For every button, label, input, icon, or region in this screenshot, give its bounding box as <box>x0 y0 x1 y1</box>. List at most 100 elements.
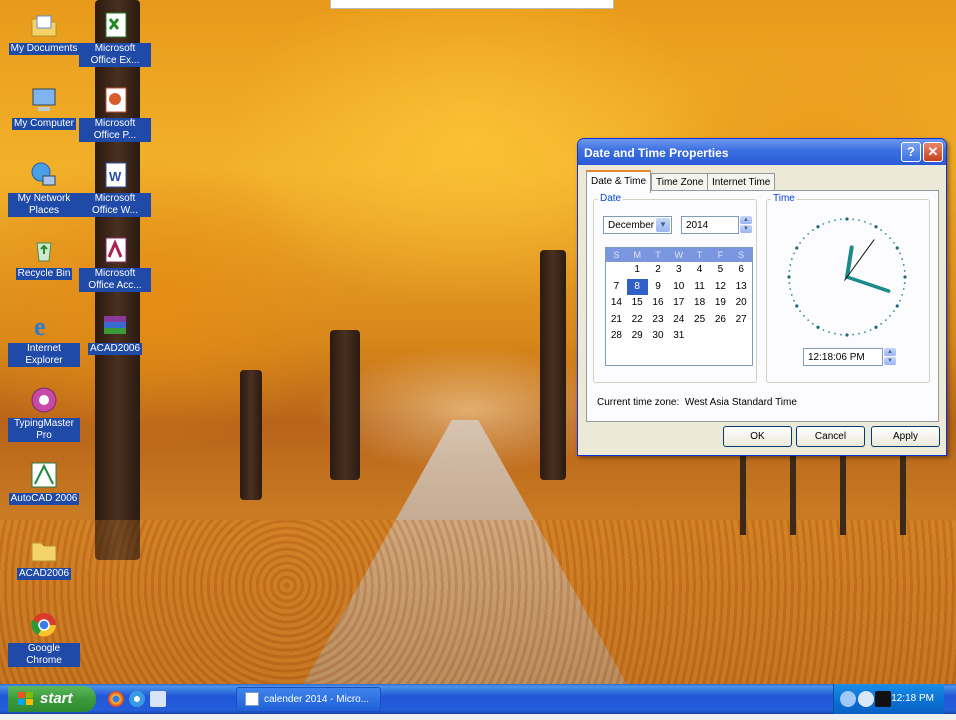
calendar-week-row: 14 15 16 17 18 19 20 <box>606 295 752 312</box>
wallpaper-tree <box>540 250 566 480</box>
chrome-icon[interactable] <box>108 691 124 707</box>
clock-tick <box>884 232 887 235</box>
calendar-day[interactable]: 8 <box>626 278 648 295</box>
calendar-day[interactable]: 24 <box>668 312 689 329</box>
calendar-day[interactable]: 23 <box>648 312 669 329</box>
calendar-day[interactable]: 10 <box>668 279 689 296</box>
internet-explorer-icon[interactable] <box>129 691 145 707</box>
desktop-icon-label: My Documents <box>8 43 80 55</box>
desktop-icon-label: Microsoft Office W... <box>79 193 151 217</box>
clock-tick <box>902 288 905 290</box>
calendar-day[interactable]: 19 <box>710 295 731 312</box>
taskbar-item-document[interactable]: calender 2014 - Micro... <box>236 687 381 712</box>
calendar-day[interactable]: 12 <box>710 279 731 296</box>
calendar-day[interactable]: 26 <box>710 312 731 329</box>
winrar-icon <box>100 310 130 340</box>
desktop-icon-powerpoint[interactable]: Microsoft Office P... <box>79 85 151 142</box>
tab-time-zone[interactable]: Time Zone <box>651 173 709 191</box>
calendar-day[interactable]: 31 <box>668 328 689 345</box>
calendar-day[interactable]: 18 <box>689 295 710 312</box>
date-group: Date December ▼ 2014 ▲ ▼ SMTWTFS 1234567… <box>593 193 757 383</box>
clock-tick <box>787 275 791 279</box>
clock-tick <box>893 242 895 244</box>
clock-tick <box>874 325 878 329</box>
clock-tick <box>816 225 820 229</box>
calendar-day[interactable]: 22 <box>627 312 648 329</box>
calendar-day[interactable]: 15 <box>627 295 648 312</box>
apply-button[interactable]: Apply <box>871 426 940 447</box>
calendar-day[interactable]: 21 <box>606 312 627 329</box>
calendar-day[interactable]: 25 <box>689 312 710 329</box>
desktop-icon-word[interactable]: W Microsoft Office W... <box>79 160 151 217</box>
tray-icon[interactable] <box>840 691 856 707</box>
chevron-down-icon[interactable]: ▼ <box>656 218 670 232</box>
desktop-icon-chrome[interactable]: Google Chrome <box>8 610 80 667</box>
calendar-day[interactable]: 17 <box>668 295 689 312</box>
calendar-day[interactable]: 20 <box>731 295 752 312</box>
calendar-day[interactable]: 6 <box>731 262 752 279</box>
network-icon <box>29 160 59 190</box>
desktop-icon-typingmaster[interactable]: TypingMaster Pro <box>8 385 80 442</box>
ok-button[interactable]: OK <box>723 426 792 447</box>
close-button[interactable]: ✕ <box>923 142 943 162</box>
desktop-icon-excel[interactable]: Microsoft Office Ex... <box>79 10 151 67</box>
year-field[interactable]: 2014 <box>681 216 739 234</box>
spin-down-icon[interactable]: ▼ <box>740 225 752 233</box>
calendar-day[interactable]: 7 <box>606 279 627 296</box>
calendar-day[interactable]: 3 <box>668 262 689 279</box>
time-field[interactable]: 12:18:06 PM <box>803 348 883 366</box>
year-spinner[interactable]: ▲ ▼ <box>740 216 752 234</box>
calendar-day[interactable]: 30 <box>648 328 669 345</box>
clock-tick <box>834 219 836 222</box>
desktop-icon-access[interactable]: Microsoft Office Acc... <box>79 235 151 292</box>
tab-internet-time[interactable]: Internet Time <box>707 173 776 191</box>
dialog-titlebar[interactable]: Date and Time Properties ? ✕ <box>578 139 946 165</box>
spin-down-icon[interactable]: ▼ <box>884 357 896 365</box>
calendar-day[interactable]: 16 <box>648 295 669 312</box>
tab-date-time[interactable]: Date & Time <box>586 170 652 193</box>
calendar-day[interactable]: 5 <box>710 262 731 279</box>
clock-tick <box>852 218 854 221</box>
tray-icon[interactable] <box>858 691 874 707</box>
help-button[interactable]: ? <box>901 142 921 162</box>
analog-clock <box>787 217 907 337</box>
time-group: Time 12:18:06 PM ▲ ▼ <box>766 193 930 383</box>
calendar-day[interactable]: 9 <box>648 279 669 296</box>
start-button[interactable]: start <box>8 686 96 712</box>
spin-up-icon[interactable]: ▲ <box>884 348 896 356</box>
desktop-icon-autocad[interactable]: AutoCAD 2006 <box>8 460 80 505</box>
typingmaster-icon <box>29 385 59 415</box>
desktop-icon-acad-folder[interactable]: ACAD2006 <box>8 535 80 580</box>
desktop-icon-my-documents[interactable]: My Documents <box>8 10 80 55</box>
calendar-day[interactable]: 4 <box>689 262 710 279</box>
desktop-icon-internet-explorer[interactable]: e Internet Explorer <box>8 310 80 367</box>
calendar-day[interactable]: 27 <box>731 312 752 329</box>
tray-icon[interactable] <box>875 691 891 707</box>
weekday-label: F <box>717 250 724 260</box>
desktop-icon-recycle-bin[interactable]: Recycle Bin <box>8 235 80 280</box>
calendar-day[interactable]: 11 <box>689 279 710 296</box>
calendar-day[interactable]: 29 <box>627 328 648 345</box>
desktop-icon-label: Microsoft Office P... <box>79 118 151 142</box>
calendar-day[interactable]: 1 <box>627 262 648 279</box>
cancel-button[interactable]: Cancel <box>796 426 865 447</box>
desktop-icon-label: TypingMaster Pro <box>8 418 80 442</box>
calendar-grid[interactable]: 1 2 3 4 5 6 7 8 9 10 11 12 13 14 15 16 17 18 19 20 21 22 23 24 2… <box>606 262 752 345</box>
time-spinner[interactable]: ▲ ▼ <box>884 348 896 366</box>
clock-tick <box>788 270 791 272</box>
calendar-day[interactable]: 14 <box>606 295 627 312</box>
month-calendar[interactable]: SMTWTFS 1 2 3 4 5 6 7 8 9 10 11 12 13 14 15 16 17 18 19 20 2… <box>605 247 753 366</box>
desktop-icon-my-computer[interactable]: My Computer <box>8 85 80 130</box>
desktop-icon-label: Microsoft Office Ex... <box>79 43 151 67</box>
month-select[interactable]: December ▼ <box>603 216 672 234</box>
desktop-icon-acad-rar[interactable]: ACAD2006 <box>79 310 151 355</box>
calendar-day[interactable]: 28 <box>606 328 627 345</box>
powerpoint-icon <box>100 85 130 115</box>
desktop-icon-network[interactable]: My Network Places <box>8 160 80 217</box>
timezone-value: West Asia Standard Time <box>684 397 797 408</box>
calendar-day[interactable]: 13 <box>731 279 752 296</box>
clock-tick <box>903 275 907 279</box>
spin-up-icon[interactable]: ▲ <box>740 216 752 224</box>
show-desktop-icon[interactable] <box>150 691 166 707</box>
calendar-day[interactable]: 2 <box>648 262 669 279</box>
